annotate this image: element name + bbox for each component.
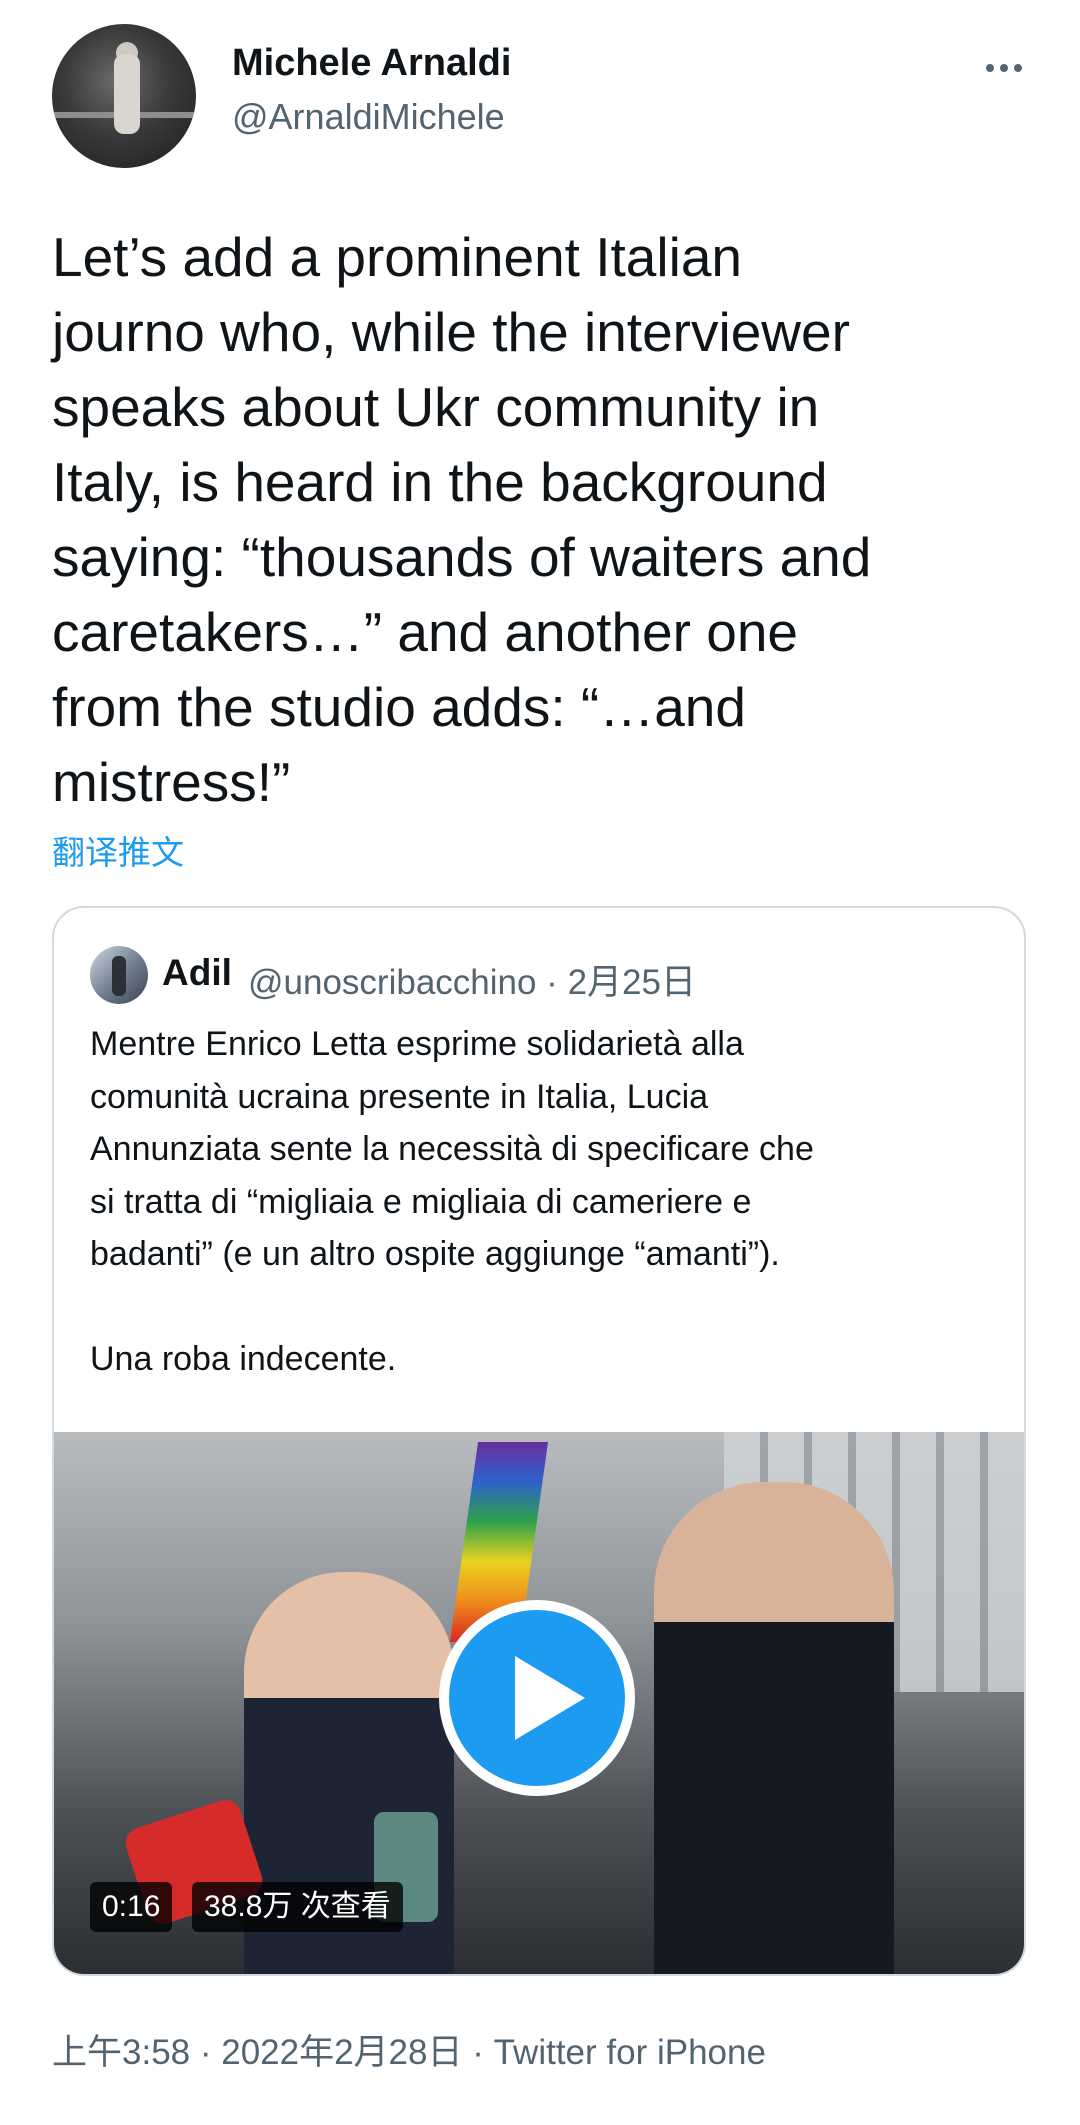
play-button[interactable] (439, 1600, 635, 1796)
more-horizontal-icon (986, 64, 994, 72)
quoted-author-meta: @unoscribacchino · 2月25日 (248, 963, 696, 1002)
avatar-figure-body (114, 54, 140, 134)
quoted-tweet-card[interactable]: Adil @unoscribacchino · 2月25日 Mentre Enr… (52, 906, 1026, 1976)
tweet-footer-meta: 上午3:58 · 2022年2月28日 · Twitter for iPhone (52, 2024, 766, 2075)
tweet-text: Let’s add a prominent Italian journo who… (52, 226, 872, 813)
author-handle[interactable]: @ArnaldiMichele (232, 96, 505, 138)
quoted-author-avatar (90, 946, 148, 1004)
video-views-badge: 38.8万 次查看 (192, 1882, 403, 1932)
quoted-tweet-text: Mentre Enrico Letta esprime solidarietà … (90, 1025, 814, 1378)
quoted-author-name: Adil (162, 952, 232, 993)
play-icon (515, 1656, 585, 1740)
translate-tweet-link[interactable]: 翻译推文 (52, 826, 184, 874)
author-display-name[interactable]: Michele Arnaldi (232, 42, 511, 85)
more-options-button[interactable] (980, 44, 1028, 92)
tweet-source: Twitter for iPhone (493, 2033, 766, 2072)
video-player[interactable]: 0:16 38.8万 次查看 (54, 1432, 1024, 1974)
video-frame-person-right (654, 1482, 894, 1974)
footer-separator: · (462, 2033, 494, 2072)
video-duration-badge: 0:16 (90, 1882, 173, 1932)
tweet-timestamp[interactable]: 上午3:58 · 2022年2月28日 (52, 2033, 462, 2072)
author-avatar[interactable] (52, 24, 196, 168)
